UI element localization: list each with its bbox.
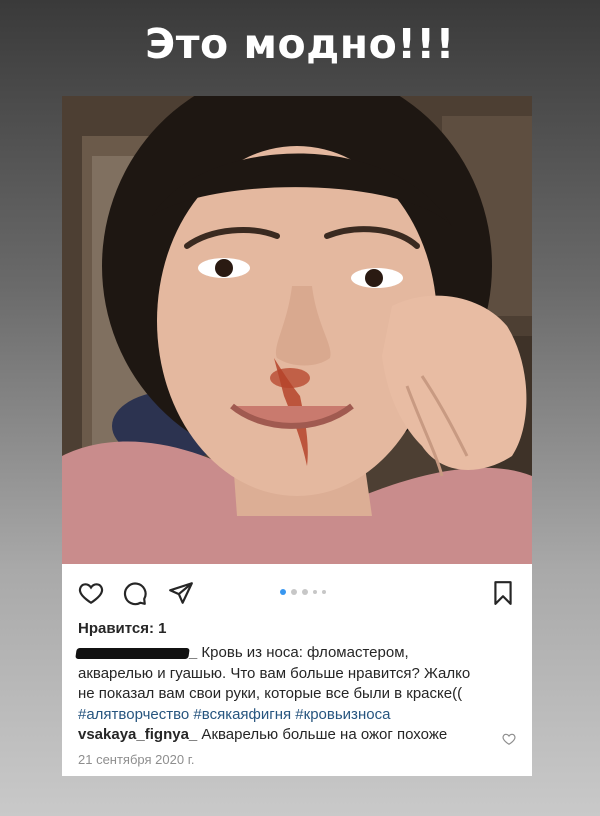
caption-username[interactable]: vsakaya_fignya_ xyxy=(75,643,198,664)
likes-count[interactable]: Нравится: 1 xyxy=(78,620,167,637)
caption-text-line1: Кровь из носа: фломастером, xyxy=(197,644,409,661)
heart-icon[interactable] xyxy=(78,580,104,606)
bookmark-icon[interactable] xyxy=(490,580,516,606)
caption-text-line3: не показал вам свои руки, которые все бы… xyxy=(78,685,463,702)
send-icon[interactable] xyxy=(168,580,194,606)
story-title: Это модно!!! xyxy=(145,20,455,68)
post-caption: vsakaya_fignya_ Кровь из носа: фломастер… xyxy=(75,643,523,725)
post-action-bar xyxy=(62,564,532,614)
comment-text: Акварелью больше на ожог похоже xyxy=(197,726,448,743)
carousel-dot xyxy=(302,589,308,595)
caption-hashtags[interactable]: #алятворчество #всякаяфигня #кровьизноса xyxy=(78,706,390,723)
carousel-indicator xyxy=(280,589,326,595)
comment-username[interactable]: vsakaya_fignya_ xyxy=(78,726,197,743)
carousel-dot xyxy=(313,590,317,594)
selfie-image xyxy=(62,96,532,564)
caption-username-suffix: _ xyxy=(188,644,198,661)
redaction-scribble xyxy=(75,648,191,659)
comment-icon[interactable] xyxy=(122,580,148,606)
carousel-dot xyxy=(322,590,326,594)
carousel-dot-active xyxy=(280,589,286,595)
caption-text-line2: акварелью и гуашью. Что вам больше нрави… xyxy=(78,664,471,682)
comment-row: vsakaya_fignya_ Акварелью больше на ожог… xyxy=(78,726,523,743)
small-heart-icon[interactable] xyxy=(502,732,516,746)
carousel-dot xyxy=(291,589,297,595)
instagram-post: Нравится: 1 vsakaya_fignya_ Кровь из нос… xyxy=(62,96,532,776)
post-photo[interactable] xyxy=(62,96,532,564)
post-date: 21 сентября 2020 г. xyxy=(78,752,195,767)
